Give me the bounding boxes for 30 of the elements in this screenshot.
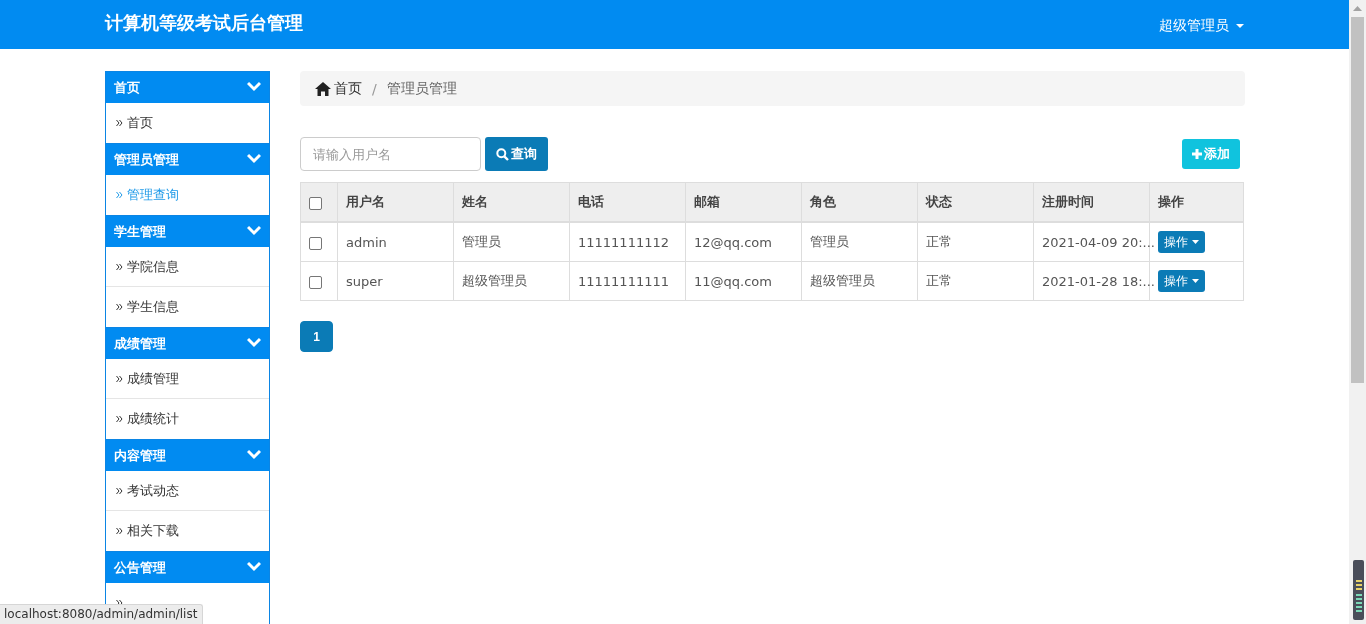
table-cell: 超级管理员 (453, 261, 570, 301)
table-cell: 管理员 (453, 222, 570, 262)
app-title: 计算机等级考试后台管理 (105, 11, 303, 35)
menu-group-title: 首页 (114, 78, 140, 97)
table-cell: admin (337, 222, 454, 262)
table-cell: 正常 (917, 222, 1034, 262)
menu-group-title: 内容管理 (114, 446, 166, 465)
menu-group-title: 管理员管理 (114, 150, 179, 169)
table-cell: 12@qq.com (685, 222, 802, 262)
breadcrumb-separator: / (372, 80, 377, 97)
table-cell: 11@qq.com (685, 261, 802, 301)
column-header: 状态 (917, 182, 1034, 222)
column-header: 操作 (1149, 182, 1244, 222)
status-url-tooltip: localhost:8080/admin/admin/list (0, 604, 204, 624)
table-cell: 管理员 (801, 222, 918, 262)
table-cell: super (337, 261, 454, 301)
menu-group-title: 成绩管理 (114, 334, 166, 353)
column-header: 角色 (801, 182, 918, 222)
menu-group-title: 公告管理 (114, 558, 166, 577)
table-cell: 超级管理员 (801, 261, 918, 301)
table-cell: 11111111112 (569, 222, 686, 262)
column-header: 电话 (569, 182, 686, 222)
column-header: 邮箱 (685, 182, 802, 222)
breadcrumb-current: 管理员管理 (386, 79, 457, 98)
column-header: 注册时间 (1033, 182, 1150, 222)
column-header: 姓名 (453, 182, 570, 222)
menu-group-title: 学生管理 (114, 222, 166, 241)
table-cell: 11111111111 (569, 261, 686, 301)
column-header: 用户名 (337, 182, 454, 222)
table-cell: 正常 (917, 261, 1034, 301)
